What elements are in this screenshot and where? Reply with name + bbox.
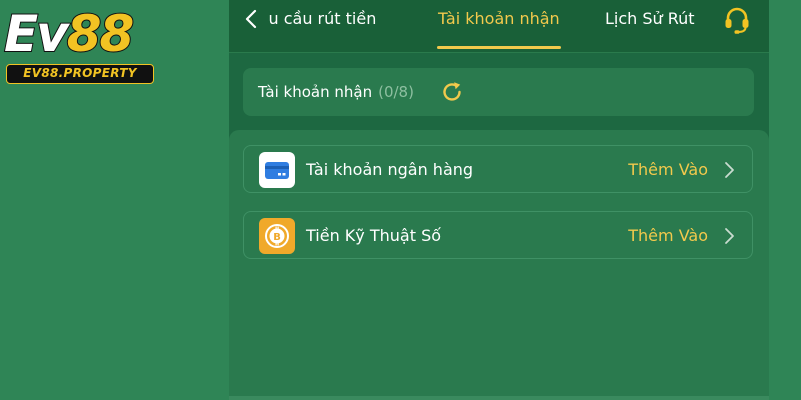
crypto-add-button[interactable]: Thêm Vào bbox=[628, 226, 708, 246]
crypto-option[interactable]: B Tiền Kỹ Thuật Số Thêm Vào bbox=[243, 211, 753, 259]
logo-wordmark: Ev88 bbox=[3, 4, 136, 64]
bank-card-icon bbox=[259, 152, 295, 188]
tab-withdraw-request[interactable]: Yêu cầu rút tiền bbox=[269, 8, 409, 32]
bank-account-option[interactable]: Tài khoản ngân hàng Thêm Vào bbox=[243, 145, 753, 193]
top-nav-bar: Yêu cầu rút tiền Tài khoản nhận Lịch Sử … bbox=[229, 0, 769, 53]
active-tab-indicator bbox=[437, 46, 561, 49]
logo-word-prefix: Ev bbox=[3, 4, 70, 64]
chevron-right-icon bbox=[722, 160, 736, 180]
logo-word-number: 88 bbox=[66, 4, 136, 64]
back-button[interactable] bbox=[237, 6, 265, 32]
crypto-label: Tiền Kỹ Thuật Số bbox=[306, 226, 442, 245]
chevron-left-icon bbox=[245, 9, 257, 29]
bitcoin-icon: B bbox=[259, 218, 295, 254]
receive-account-header: Tài khoản nhận (0/8) bbox=[243, 68, 754, 116]
refresh-icon bbox=[443, 82, 461, 101]
receive-account-count: (0/8) bbox=[378, 83, 414, 101]
app-screen: Yêu cầu rút tiền Tài khoản nhận Lịch Sử … bbox=[229, 0, 769, 400]
tab-withdraw-history[interactable]: Lịch Sử Rút bbox=[605, 8, 695, 32]
bank-account-add-button[interactable]: Thêm Vào bbox=[628, 160, 708, 180]
screen-bottom-edge bbox=[229, 396, 769, 400]
receive-account-label: Tài khoản nhận bbox=[258, 83, 373, 101]
headset-icon bbox=[725, 7, 749, 34]
tab-withdraw-request-label: Yêu cầu rút tiền bbox=[269, 9, 377, 28]
receive-account-title: Tài khoản nhận (0/8) bbox=[258, 82, 414, 102]
refresh-button[interactable] bbox=[440, 80, 464, 104]
svg-text:B: B bbox=[273, 232, 281, 243]
account-options-panel: Tài khoản ngân hàng Thêm Vào B Tiền Kỹ T… bbox=[229, 130, 769, 400]
support-button[interactable] bbox=[721, 5, 753, 35]
tab-receive-account[interactable]: Tài khoản nhận bbox=[438, 8, 560, 32]
chevron-right-icon bbox=[722, 226, 736, 246]
bank-account-label: Tài khoản ngân hàng bbox=[306, 160, 474, 179]
logo-domain: EV88.PROPERTY bbox=[6, 64, 154, 84]
brand-logo: Ev88 EV88.PROPERTY bbox=[2, 4, 158, 88]
